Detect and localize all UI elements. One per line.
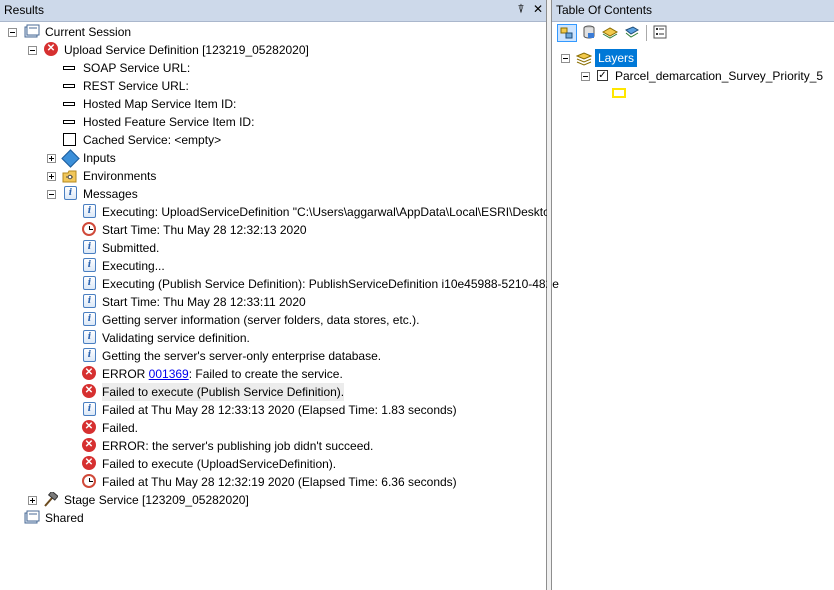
info-icon: i bbox=[83, 294, 96, 308]
collapse-icon[interactable] bbox=[581, 72, 590, 81]
expand-icon[interactable] bbox=[47, 172, 56, 181]
collapse-icon[interactable] bbox=[47, 190, 56, 199]
toc-pane: Table Of Contents Layers ✓ Parcel_demarc… bbox=[551, 0, 834, 590]
layers-icon bbox=[575, 50, 593, 66]
close-icon[interactable]: ✕ bbox=[531, 2, 545, 16]
pin-icon[interactable]: ⍒ bbox=[514, 2, 528, 16]
list-by-source-button[interactable] bbox=[580, 24, 600, 42]
results-tree: Current Session ✕ Upload Service Definit… bbox=[0, 22, 559, 590]
error-icon: ✕ bbox=[82, 384, 96, 398]
message-text: Executing (Publish Service Definition): … bbox=[102, 277, 559, 291]
tree-label: Inputs bbox=[83, 151, 116, 165]
message-text: Failed at Thu May 28 12:32:19 2020 (Elap… bbox=[102, 475, 457, 489]
info-icon: i bbox=[83, 402, 96, 416]
toolbar-separator bbox=[646, 25, 647, 41]
tree-label: Hosted Feature Service Item ID: bbox=[83, 115, 255, 129]
list-by-drawing-order-button[interactable] bbox=[557, 24, 577, 42]
info-icon: i bbox=[83, 258, 96, 272]
clock-icon bbox=[82, 474, 96, 488]
inputs-icon bbox=[61, 149, 80, 168]
message-prefix: ERROR bbox=[102, 367, 149, 381]
message-text: Failed at Thu May 28 12:33:13 2020 (Elap… bbox=[102, 403, 457, 417]
tree-label: REST Service URL: bbox=[83, 79, 189, 93]
output-param-icon bbox=[63, 66, 75, 70]
error-icon: ✕ bbox=[82, 420, 96, 434]
collapse-icon[interactable] bbox=[561, 54, 570, 63]
message-text: Failed to execute (Publish Service Defin… bbox=[102, 383, 345, 401]
info-icon: i bbox=[83, 276, 96, 290]
tree-label: Environments bbox=[83, 169, 157, 183]
error-icon: ✕ bbox=[82, 438, 96, 452]
expand-icon[interactable] bbox=[28, 496, 37, 505]
collapse-icon[interactable] bbox=[8, 28, 17, 37]
message-text: Getting the server's server-only enterpr… bbox=[102, 349, 382, 363]
clock-icon bbox=[82, 222, 96, 236]
error-code-link[interactable]: 001369 bbox=[149, 367, 189, 381]
tree-label: Shared bbox=[45, 511, 84, 525]
layer-symbol-swatch[interactable] bbox=[612, 88, 626, 98]
message-text: Failed to execute (UploadServiceDefiniti… bbox=[102, 457, 337, 471]
message-text: ERROR 001369: Failed to create the servi… bbox=[102, 365, 343, 383]
output-param-icon bbox=[63, 84, 75, 88]
toc-titlebar: Table Of Contents bbox=[552, 0, 834, 22]
message-text: Executing: UploadServiceDefinition "C:\U… bbox=[102, 205, 550, 219]
layer-visibility-checkbox[interactable]: ✓ bbox=[597, 70, 608, 81]
tree-label: Current Session bbox=[45, 25, 132, 39]
toc-title: Table Of Contents bbox=[556, 3, 653, 17]
shared-icon bbox=[24, 510, 40, 526]
info-icon: i bbox=[64, 186, 77, 200]
error-icon: ✕ bbox=[44, 42, 58, 56]
expand-icon[interactable] bbox=[47, 154, 56, 163]
tree-label: SOAP Service URL: bbox=[83, 61, 191, 75]
list-by-visibility-button[interactable] bbox=[601, 24, 621, 42]
boolean-param-icon bbox=[63, 133, 76, 146]
results-titlebar: Results ⍒ ✕ bbox=[0, 0, 546, 22]
info-icon: i bbox=[83, 240, 96, 254]
results-pane: Results ⍒ ✕ Current Session ✕ Upload Ser… bbox=[0, 0, 559, 590]
collapse-icon[interactable] bbox=[28, 46, 37, 55]
message-text: Start Time: Thu May 28 12:32:13 2020 bbox=[102, 223, 307, 237]
tree-label: Hosted Map Service Item ID: bbox=[83, 97, 237, 111]
message-text: Validating service definition. bbox=[102, 331, 250, 345]
error-icon: ✕ bbox=[82, 366, 96, 380]
info-icon: i bbox=[83, 348, 96, 362]
info-icon: i bbox=[83, 312, 96, 326]
layers-label: Layers bbox=[595, 49, 638, 67]
output-param-icon bbox=[63, 102, 75, 106]
output-param-icon bbox=[63, 120, 75, 124]
hammer-icon bbox=[42, 490, 59, 508]
results-title: Results bbox=[4, 3, 45, 17]
message-text: Submitted. bbox=[102, 241, 160, 255]
message-text: Failed. bbox=[102, 421, 139, 435]
error-icon: ✕ bbox=[82, 456, 96, 470]
message-text: ERROR: the server's publishing job didn'… bbox=[102, 439, 374, 453]
tree-label: Messages bbox=[83, 187, 138, 201]
environments-icon bbox=[62, 168, 78, 184]
tree-label: Cached Service: <empty> bbox=[83, 133, 222, 147]
list-by-selection-button[interactable] bbox=[623, 24, 643, 42]
session-icon bbox=[24, 24, 40, 40]
tree-label: Upload Service Definition [123219_052820… bbox=[64, 43, 309, 57]
message-text: Executing... bbox=[102, 259, 165, 273]
toc-toolbar bbox=[552, 22, 834, 44]
layer-label: Parcel_demarcation_Survey_Priority_5 bbox=[615, 69, 824, 83]
message-text: Start Time: Thu May 28 12:33:11 2020 bbox=[102, 295, 306, 309]
options-button[interactable] bbox=[651, 24, 671, 42]
info-icon: i bbox=[83, 204, 96, 218]
tree-label: Stage Service [123209_05282020] bbox=[64, 493, 249, 507]
info-icon: i bbox=[83, 330, 96, 344]
message-text: Getting server information (server folde… bbox=[102, 313, 420, 327]
message-suffix: : Failed to create the service. bbox=[188, 367, 343, 381]
